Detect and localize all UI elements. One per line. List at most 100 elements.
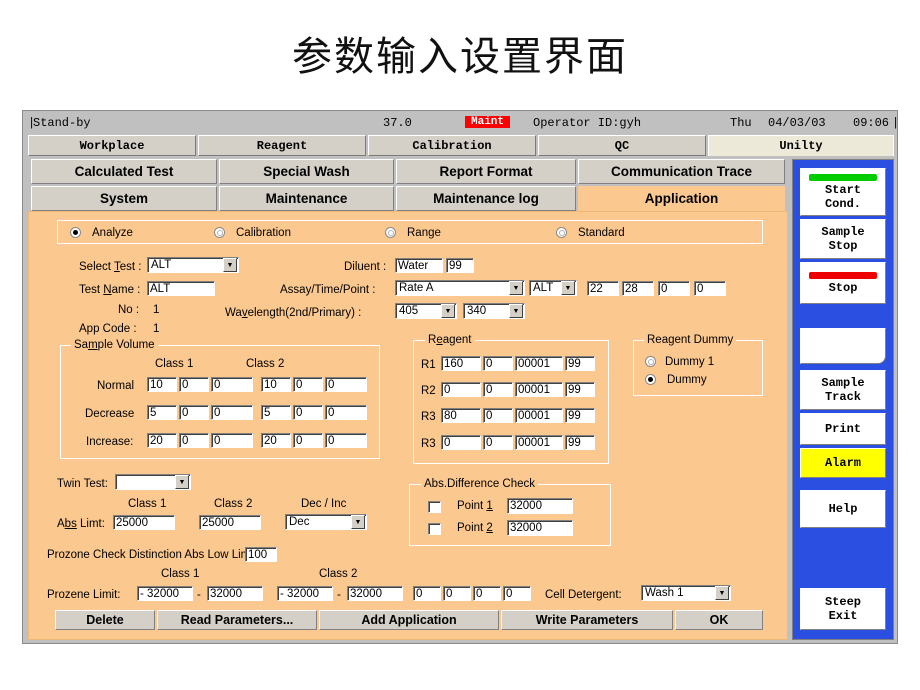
- reagent-r2-v4[interactable]: 99: [565, 382, 595, 397]
- tab-calculated-test[interactable]: Calculated Test: [31, 159, 217, 184]
- tab-system[interactable]: System: [31, 186, 217, 211]
- reagent-r3a-v4[interactable]: 99: [565, 408, 595, 423]
- prozene-limit-c1-low[interactable]: - 32000: [137, 586, 193, 601]
- tab-maintenance-log[interactable]: Maintenance log: [396, 186, 576, 211]
- tab-calibration[interactable]: Calibration: [368, 135, 536, 156]
- reagent-r2-v3[interactable]: 00001: [515, 382, 563, 397]
- point-1-input[interactable]: 32000: [507, 498, 573, 514]
- reagent-r3a-v3[interactable]: 00001: [515, 408, 563, 423]
- tab-qc[interactable]: QC: [538, 135, 706, 156]
- assay-test-dropdown[interactable]: ALT ▼: [529, 280, 577, 296]
- ok-button[interactable]: OK: [675, 610, 763, 630]
- sample-volume-normal-c1-1[interactable]: 10: [147, 377, 177, 392]
- reagent-r3b-v3[interactable]: 00001: [515, 435, 563, 450]
- tab-application[interactable]: Application: [578, 186, 785, 211]
- dec-inc-dropdown[interactable]: Dec ▼: [285, 514, 367, 530]
- sample-volume-increase-c1-3[interactable]: 0: [211, 433, 253, 448]
- sample-volume-normal-c1-2[interactable]: 0: [179, 377, 209, 392]
- reagent-r2-v1[interactable]: 0: [441, 382, 481, 397]
- assay-point-1[interactable]: 22: [587, 281, 619, 296]
- reagent-r1-v2[interactable]: 0: [483, 356, 513, 371]
- add-application-button[interactable]: Add Application: [319, 610, 499, 630]
- no-value: 1: [153, 304, 160, 316]
- checkbox-point-2[interactable]: [428, 523, 441, 535]
- radio-dummy-1[interactable]: [645, 356, 656, 367]
- wavelength-2nd-dropdown[interactable]: 405 ▼: [395, 303, 457, 319]
- reagent-r3b-v2[interactable]: 0: [483, 435, 513, 450]
- assay-point-4[interactable]: 0: [694, 281, 726, 296]
- twin-test-dropdown[interactable]: ▼: [115, 474, 191, 490]
- sample-volume-decrease-c1-2[interactable]: 0: [179, 405, 209, 420]
- read-parameters-button[interactable]: Read Parameters...: [157, 610, 317, 630]
- tab-communication-trace[interactable]: Communication Trace: [578, 159, 785, 184]
- stop-button[interactable]: Stop: [800, 262, 886, 304]
- prozone-extra-2[interactable]: 0: [443, 586, 471, 601]
- sample-volume-normal-c1-3[interactable]: 0: [211, 377, 253, 392]
- reagent-r1-v4[interactable]: 99: [565, 356, 595, 371]
- checkbox-point-1[interactable]: [428, 501, 441, 513]
- sample-volume-decrease-c1-3[interactable]: 0: [211, 405, 253, 420]
- diluent-input[interactable]: Water: [395, 258, 443, 273]
- reagent-r3b-v1[interactable]: 0: [441, 435, 481, 450]
- reagent-r3b-v4[interactable]: 99: [565, 435, 595, 450]
- abs-limt-class2-input[interactable]: 25000: [199, 515, 261, 530]
- tab-report-format[interactable]: Report Format: [396, 159, 576, 184]
- prozone-extra-4[interactable]: 0: [503, 586, 531, 601]
- sample-volume-increase-c2-3[interactable]: 0: [325, 433, 367, 448]
- sample-volume-class1-header: Class 1: [155, 358, 194, 370]
- assay-point-2[interactable]: 28: [622, 281, 654, 296]
- blank-button[interactable]: [800, 328, 886, 364]
- test-name-input[interactable]: ALT: [147, 281, 215, 296]
- tab-special-wash[interactable]: Special Wash: [219, 159, 394, 184]
- prozene-limit-c2-high[interactable]: 32000: [347, 586, 403, 601]
- sample-stop-button[interactable]: Sample Stop: [800, 219, 886, 259]
- select-test-dropdown[interactable]: ALT ▼: [147, 257, 239, 273]
- sample-volume-decrease-c2-2[interactable]: 0: [293, 405, 323, 420]
- radio-standard[interactable]: [556, 227, 567, 238]
- reagent-r1-v1[interactable]: 160: [441, 356, 481, 371]
- sample-volume-increase-c1-1[interactable]: 20: [147, 433, 177, 448]
- print-button[interactable]: Print: [800, 413, 886, 445]
- assay-type-dropdown[interactable]: Rate A ▼: [395, 280, 525, 296]
- steep-exit-button[interactable]: Steep Exit: [800, 588, 886, 630]
- reagent-r3a-v1[interactable]: 80: [441, 408, 481, 423]
- sample-volume-decrease-c1-1[interactable]: 5: [147, 405, 177, 420]
- tab-reagent[interactable]: Reagent: [198, 135, 366, 156]
- tab-unilty[interactable]: Unilty: [708, 135, 894, 156]
- reagent-r3a-v2[interactable]: 0: [483, 408, 513, 423]
- start-cond-button[interactable]: Start Cond.: [800, 168, 886, 216]
- sample-track-button[interactable]: Sample Track: [800, 370, 886, 410]
- sample-volume-decrease-c2-3[interactable]: 0: [325, 405, 367, 420]
- radio-calibration[interactable]: [214, 227, 225, 238]
- prozone-extra-3[interactable]: 0: [473, 586, 501, 601]
- prozene-limit-c2-low[interactable]: - 32000: [277, 586, 333, 601]
- radio-range[interactable]: [385, 227, 396, 238]
- point-2-input[interactable]: 32000: [507, 520, 573, 536]
- sample-volume-increase-c1-2[interactable]: 0: [179, 433, 209, 448]
- write-parameters-button[interactable]: Write Parameters: [501, 610, 673, 630]
- assay-point-3[interactable]: 0: [658, 281, 690, 296]
- prozone-extra-1[interactable]: 0: [413, 586, 441, 601]
- abs-limt-class1-input[interactable]: 25000: [113, 515, 175, 530]
- cell-detergent-dropdown[interactable]: Wash 1 ▼: [641, 585, 731, 601]
- alarm-button[interactable]: Alarm: [800, 448, 886, 478]
- tab-workplace[interactable]: Workplace: [28, 135, 196, 156]
- prozene-limit-c1-high[interactable]: 32000: [207, 586, 263, 601]
- reagent-r2-v2[interactable]: 0: [483, 382, 513, 397]
- sample-volume-decrease-c2-1[interactable]: 5: [261, 405, 291, 420]
- help-button[interactable]: Help: [800, 490, 886, 528]
- sample-volume-normal-c2-3[interactable]: 0: [325, 377, 367, 392]
- radio-analyze[interactable]: [70, 227, 81, 238]
- tab-maintenance[interactable]: Maintenance: [219, 186, 394, 211]
- radio-dummy[interactable]: [645, 374, 656, 385]
- wavelength-primary-dropdown[interactable]: 340 ▼: [463, 303, 525, 319]
- prozone-low-limit-input[interactable]: 100: [245, 547, 277, 562]
- reagent-r1-v3[interactable]: 00001: [515, 356, 563, 371]
- sample-volume-increase-c2-2[interactable]: 0: [293, 433, 323, 448]
- prozone-class1-header: Class 1: [161, 568, 200, 580]
- delete-button[interactable]: Delete: [55, 610, 155, 630]
- sample-volume-increase-c2-1[interactable]: 20: [261, 433, 291, 448]
- diluent-number[interactable]: 99: [446, 258, 474, 273]
- sample-volume-normal-c2-1[interactable]: 10: [261, 377, 291, 392]
- sample-volume-normal-c2-2[interactable]: 0: [293, 377, 323, 392]
